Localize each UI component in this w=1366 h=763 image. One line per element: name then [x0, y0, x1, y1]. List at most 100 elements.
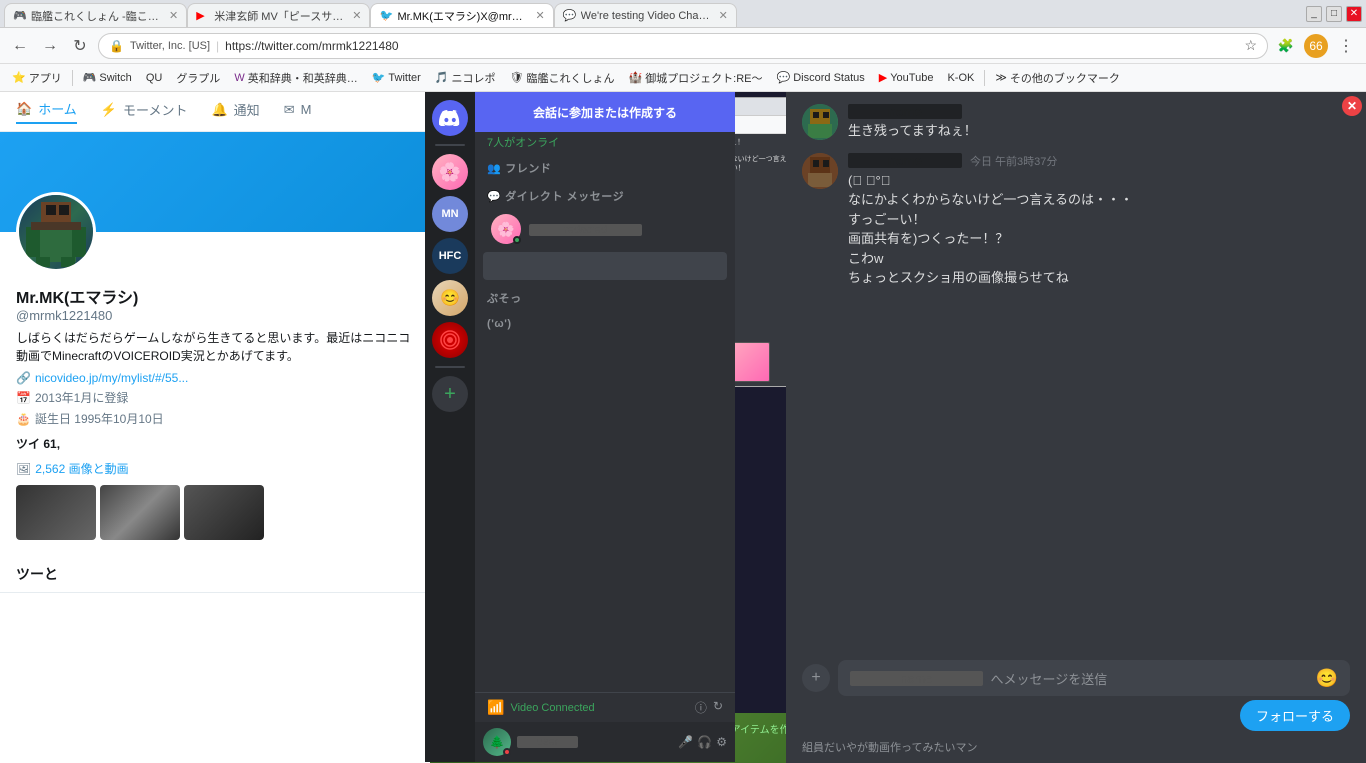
vc-info-button[interactable]: ⓘ — [695, 699, 707, 716]
profile-info: Mr.MK(エマラシ) @mrmk1221480 しばらくはだらだらゲームしなが… — [16, 284, 414, 540]
tab1-close[interactable]: ✕ — [169, 9, 178, 22]
joined-text: 2013年1月に登録 — [35, 389, 128, 406]
twitter-nav-messages[interactable]: ✉ M — [284, 102, 312, 122]
bookmark-apps[interactable]: ⭐ アプリ — [6, 68, 68, 88]
birthday-icon: 🎂 — [16, 412, 31, 426]
profile-name: Mr.MK(エマラシ) — [16, 284, 414, 308]
tab4-close[interactable]: ✕ — [719, 9, 728, 22]
attach-file-button[interactable]: + — [802, 664, 830, 692]
deafen-button[interactable]: 🎧 — [697, 735, 712, 749]
dm-name-redacted-1: redacted — [529, 224, 642, 236]
bookmark-nicorepo[interactable]: 🎵 ニコレポ — [429, 68, 502, 88]
message-input-box[interactable]: name へメッセージを送信 😊 — [838, 660, 1350, 696]
close-button[interactable]: ✕ — [1346, 6, 1362, 22]
bookmark-youtube[interactable]: ▶ YouTube — [873, 69, 940, 86]
add-server-button[interactable]: + — [432, 376, 468, 412]
dm-text-bar[interactable] — [483, 252, 727, 280]
tweets-num: 61, — [43, 437, 60, 451]
bookmark-kok[interactable]: K-OK — [941, 70, 980, 86]
close-overlay-button[interactable]: ✕ — [1342, 96, 1362, 116]
tweet-thumb-3[interactable] — [184, 485, 264, 540]
profile-joined: 📅 2013年1月に登録 — [16, 389, 414, 406]
sidebar-user-hfc[interactable]: HFC — [432, 238, 468, 274]
bookmark-more[interactable]: ≫ その他のブックマーク — [989, 68, 1126, 88]
discord-sidebar: 🌸 MN HFC 😊 + — [425, 92, 475, 762]
tab3-close[interactable]: ✕ — [535, 9, 544, 22]
settings-button[interactable]: ⚙ — [716, 735, 727, 749]
tweet-thumb-1[interactable] — [16, 485, 96, 540]
msg-text-1: 生き残ってますねぇ！ — [848, 121, 1350, 141]
video-connected-bar: 📶 Video Connected ⓘ ↻ — [475, 693, 735, 722]
maximize-button[interactable]: □ — [1326, 6, 1342, 22]
tab2-close[interactable]: ✕ — [352, 9, 361, 22]
minimize-button[interactable]: _ — [1306, 6, 1322, 22]
sidebar-separator-1 — [435, 144, 465, 146]
sidebar-user-anime[interactable]: 🌸 — [432, 154, 468, 190]
join-voice-button[interactable]: 会話に参加または作成する — [475, 92, 735, 132]
bookmark-dict[interactable]: W 英和辞典・和英辞典… — [228, 68, 363, 88]
youtube-label: YouTube — [890, 72, 933, 84]
moments-icon: ⚡ — [101, 102, 117, 118]
msg-line-5: こわw — [848, 249, 1350, 269]
bookmark-star-icon[interactable]: ☆ — [1244, 37, 1257, 54]
tab-2[interactable]: ▶ 米津玄師 MV「ピースサイン」 ✕ — [187, 3, 370, 27]
bookmark-qu[interactable]: QU — [140, 70, 169, 86]
avatar-image — [19, 195, 93, 269]
switch-icon: 🎮 — [83, 71, 97, 84]
back-button[interactable]: ← — [8, 34, 32, 58]
media-count-text[interactable]: 2,562 画像と動画 — [35, 460, 128, 477]
bookmark-grapple[interactable]: グラプル — [170, 68, 226, 88]
bookmark-discord-status[interactable]: 💬 Discord Status — [771, 69, 871, 86]
more-bookmarks-label: その他のブックマーク — [1010, 70, 1120, 86]
message-group-1: name 生き残ってますねぇ！ — [802, 104, 1350, 141]
navigation-bar: ← → ↻ 🔒 Twitter, Inc. [US] | https://twi… — [0, 28, 1366, 64]
more-bookmarks-icon: ≫ — [995, 71, 1007, 84]
bookmark-shiro[interactable]: 🏰 御城プロジェクト:RE～ — [622, 68, 768, 88]
sidebar-user-face[interactable]: 😊 — [432, 280, 468, 316]
user-panel-controls: 🎤 🎧 ⚙ — [678, 735, 727, 749]
website-link[interactable]: nicovideo.jp/my/mylist/#/55... — [35, 371, 188, 385]
online-indicator-1 — [513, 236, 521, 244]
nicorepo-label: ニコレポ — [452, 70, 496, 86]
sidebar-user-red[interactable] — [432, 322, 468, 358]
dm-item-1[interactable]: 🌸 redacted — [479, 208, 731, 250]
discord-home-icon[interactable] — [432, 100, 468, 136]
follow-button[interactable]: フォローする — [1240, 700, 1350, 731]
forward-button[interactable]: → — [38, 34, 62, 58]
tab-1[interactable]: 🎮 臨艦これくしょん -臨これ- ✕ — [4, 3, 187, 27]
profile-website: 🔗 nicovideo.jp/my/mylist/#/55... — [16, 371, 414, 385]
profile-handle: @mrmk1221480 — [16, 308, 414, 323]
reload-button[interactable]: ↻ — [68, 34, 92, 58]
bookmark-twitter[interactable]: 🐦 Twitter — [366, 69, 427, 86]
address-bar[interactable]: 🔒 Twitter, Inc. [US] | https://twitter.c… — [98, 33, 1268, 59]
profile-button[interactable]: 66 — [1304, 34, 1328, 58]
youtube-icon: ▶ — [879, 71, 887, 84]
profile-section: Mr.MK(エマラシ) @mrmk1221480 しばらくはだらだらゲームしなが… — [0, 232, 430, 556]
twitter-nav-notifications[interactable]: 🔔 通知 — [211, 100, 259, 123]
tab-4[interactable]: 💬 We're testing Video Chat... ✕ — [554, 3, 737, 27]
grapple-label: グラプル — [176, 70, 220, 86]
media-count: 🖼 2,562 画像と動画 — [16, 460, 414, 477]
message-input-placeholder: へメッセージを送信 — [991, 669, 1308, 688]
sidebar-user-mn[interactable]: MN — [432, 196, 468, 232]
twitter-nav-moments[interactable]: ⚡ モーメント — [101, 100, 188, 123]
shiro-icon: 🏰 — [628, 71, 642, 84]
window-controls: _ □ ✕ — [1306, 6, 1362, 22]
address-url[interactable]: https://twitter.com/mrmk1221480 — [225, 39, 1238, 53]
tweets-stat: ツイ 61, — [16, 435, 60, 452]
menu-button[interactable]: ⋮ — [1334, 34, 1358, 58]
mute-button[interactable]: 🎤 — [678, 735, 693, 749]
bookmark-switch[interactable]: 🎮 Switch — [77, 69, 138, 86]
tab-3[interactable]: 🐦 Mr.MK(エマラシ)X@mrmk122... ✕ — [370, 3, 553, 27]
extensions-button[interactable]: 🧩 — [1274, 34, 1298, 58]
friends-section-label: 👥 フレンド — [475, 152, 735, 180]
friends-icon: 👥 — [487, 162, 501, 175]
bookmark-kancolle[interactable]: 🛡 臨艦これくしょん — [504, 68, 621, 88]
emoji-picker-button[interactable]: 😊 — [1316, 668, 1338, 689]
twitter-nav-home[interactable]: 🏠 ホーム — [16, 99, 77, 124]
recording-indicator — [503, 748, 511, 756]
link-icon: 🔗 — [16, 371, 31, 385]
user-panel-avatar: 🌲 — [483, 728, 511, 756]
vc-sync-button[interactable]: ↻ — [713, 699, 723, 716]
tweet-thumb-2[interactable] — [100, 485, 180, 540]
